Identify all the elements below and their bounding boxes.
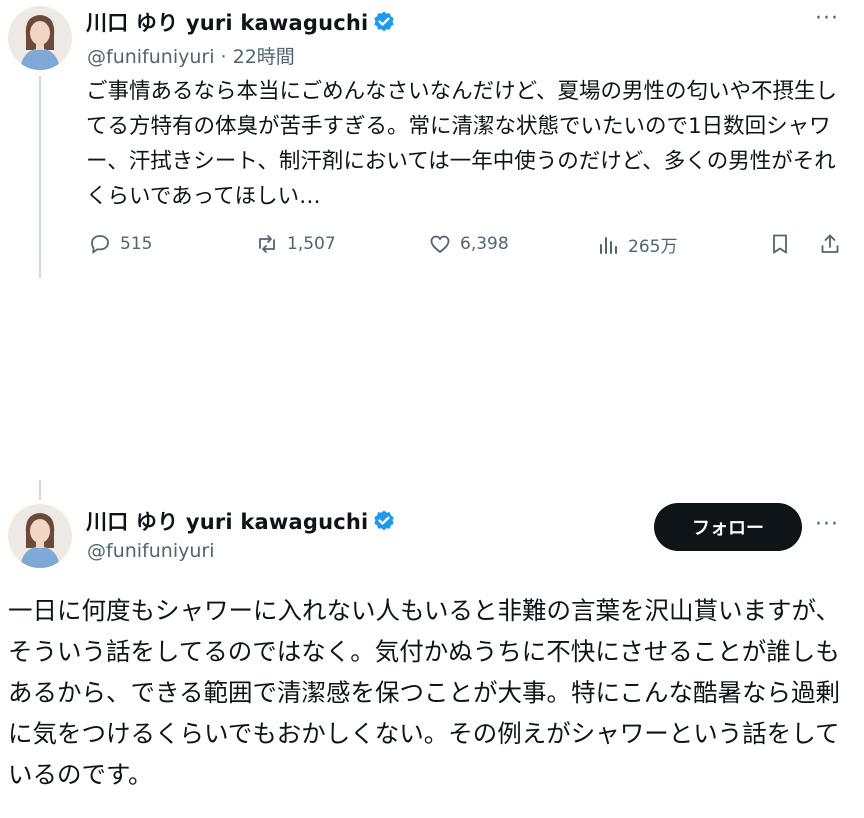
retweet-count: 1,507 (287, 234, 336, 254)
thread-line-top (39, 480, 41, 500)
share-icon (821, 234, 839, 253)
tweet1-meta: @funifuniyuri · 22時間 (87, 42, 295, 69)
like-button[interactable]: 6,398 (428, 232, 509, 256)
display-name[interactable]: 川口 ゆり yuri kawaguchi (86, 510, 368, 534)
handle[interactable]: @funifuniyuri (87, 540, 214, 562)
tweet1-header: 川口 ゆり yuri kawaguchi (86, 7, 396, 37)
tweet2-header: 川口 ゆり yuri kawaguchi (86, 506, 396, 536)
display-name[interactable]: 川口 ゆり yuri kawaguchi (86, 11, 368, 35)
bookmark-icon (773, 234, 787, 254)
reply-count: 515 (120, 234, 153, 254)
avatar[interactable] (8, 504, 72, 568)
views-icon (600, 236, 617, 254)
bookmark-button[interactable] (768, 232, 792, 256)
more-icon[interactable]: ··· (815, 512, 839, 537)
retweet-icon (259, 235, 275, 253)
views-button[interactable]: 265万 (596, 232, 677, 257)
retweet-button[interactable]: 1,507 (255, 232, 336, 256)
timestamp[interactable]: · 22時間 (221, 46, 295, 68)
more-icon[interactable]: ··· (815, 6, 839, 31)
views-count: 265万 (628, 237, 678, 257)
reply-icon (91, 235, 109, 254)
handle[interactable]: @funifuniyuri (87, 46, 214, 68)
thread-line (39, 76, 41, 278)
like-count: 6,398 (460, 234, 509, 254)
avatar[interactable] (8, 6, 72, 70)
follow-button[interactable]: フォロー (654, 503, 802, 551)
tweet2-text: 一日に何度もシャワーに入れない人もいると非難の言葉を沢山貰いますが、そういう話を… (8, 596, 841, 789)
verified-badge-icon (374, 510, 395, 531)
avatar-image (8, 6, 72, 70)
verified-badge-icon (374, 11, 395, 32)
tweet1-text: ご事情あるなら本当にごめんなさいなんだけど、夏場の男性の匂いや不摂生してる方特有… (86, 79, 837, 209)
share-button[interactable] (818, 232, 842, 256)
avatar-image (8, 504, 72, 568)
reply-button[interactable]: 515 (88, 232, 152, 256)
like-icon (430, 235, 450, 253)
